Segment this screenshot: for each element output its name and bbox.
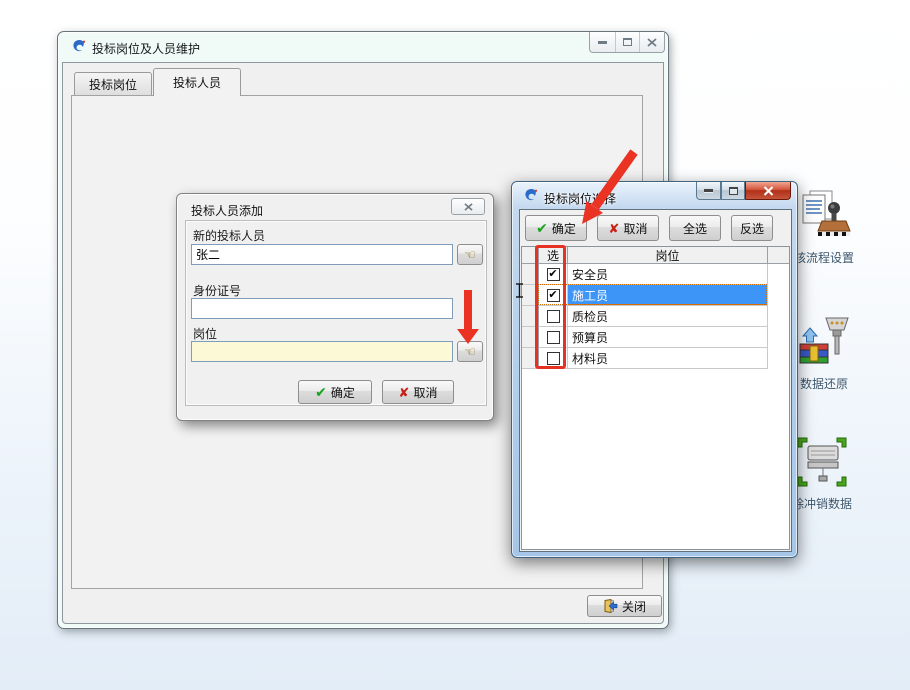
button-label: 取消	[413, 384, 437, 401]
button-label: 取消	[623, 220, 647, 237]
button-label: 关闭	[622, 598, 646, 615]
table-row[interactable]: 预算员	[522, 327, 789, 348]
close-icon[interactable]	[745, 182, 791, 200]
close-icon[interactable]	[452, 199, 484, 214]
add-person-dialog: 投标人员添加 新的投标人员 ☜ 身份证号 岗位 ☜ ✔ 确定 ✘ 取消	[176, 193, 494, 421]
position-table: 选 岗位 ✔ 安全员 ✔ 施工员 质检员 预算员	[521, 246, 790, 550]
row-indicator	[522, 306, 539, 327]
checkbox-cell[interactable]: ✔	[539, 285, 568, 306]
main-window-controls	[589, 32, 665, 53]
checkbox-cell[interactable]: ✔	[539, 264, 568, 285]
field-label: 岗位	[193, 325, 217, 342]
row-indicator	[522, 285, 539, 306]
hand-pointer-icon: ☜	[464, 247, 476, 263]
position-cell[interactable]: 预算员	[568, 327, 768, 348]
checkbox-unchecked[interactable]	[547, 331, 560, 344]
cancel-button[interactable]: ✘ 取消	[382, 380, 454, 404]
ok-button[interactable]: ✔ 确定	[298, 380, 372, 404]
row-indicator	[522, 348, 539, 369]
app-logo-icon	[523, 188, 540, 208]
position-cell[interactable]: 施工员	[568, 285, 768, 306]
row-indicator-header	[522, 247, 539, 263]
position-table-header: 选 岗位	[522, 247, 789, 264]
position-cell[interactable]: 质检员	[568, 306, 768, 327]
field-label: 身份证号	[193, 282, 241, 299]
button-label: 确定	[552, 220, 576, 237]
new-person-input[interactable]	[191, 244, 453, 265]
pick-person-button[interactable]: ☜	[457, 244, 483, 265]
position-cell[interactable]: 材料员	[568, 348, 768, 369]
check-icon: ✔	[536, 221, 548, 235]
button-label: 反选	[740, 220, 764, 237]
table-row[interactable]: 材料员	[522, 348, 789, 369]
pick-position-button[interactable]: ☜	[457, 341, 483, 362]
maximize-icon[interactable]	[721, 182, 745, 200]
checkbox-cell[interactable]	[539, 306, 568, 327]
main-window-title: 投标岗位及人员维护	[92, 40, 200, 57]
add-dialog-controls	[451, 198, 485, 215]
minimize-icon[interactable]	[696, 182, 721, 200]
select-all-button[interactable]: 全选	[669, 215, 721, 241]
id-number-input[interactable]	[191, 298, 453, 319]
audit-flow-settings-icon	[796, 233, 852, 247]
checkbox-checked[interactable]: ✔	[547, 289, 560, 302]
position-input[interactable]	[191, 341, 453, 362]
exit-door-icon	[603, 599, 618, 613]
table-row[interactable]: ✔ 安全员	[522, 264, 789, 285]
row-indicator	[522, 327, 539, 348]
cancel-button[interactable]: ✘ 取消	[597, 215, 659, 241]
cross-icon: ✘	[609, 222, 620, 235]
button-label: 全选	[683, 220, 707, 237]
check-icon: ✔	[315, 385, 327, 399]
checkbox-checked[interactable]: ✔	[547, 268, 560, 281]
close-icon[interactable]	[639, 32, 664, 52]
ok-button[interactable]: ✔ 确定	[525, 215, 587, 241]
button-label: 确定	[331, 384, 355, 401]
hand-pointer-icon: ☜	[464, 344, 476, 360]
cross-icon: ✘	[399, 386, 410, 399]
invert-selection-button[interactable]: 反选	[731, 215, 773, 241]
minimize-icon[interactable]	[590, 32, 615, 52]
tab-bid-positions[interactable]: 投标岗位	[74, 72, 152, 96]
clear-writeoff-data-icon	[794, 479, 850, 493]
checkbox-unchecked[interactable]	[547, 310, 560, 323]
data-restore-icon	[796, 359, 852, 373]
checkbox-cell[interactable]	[539, 327, 568, 348]
checkbox-unchecked[interactable]	[547, 352, 560, 365]
tab-bid-personnel[interactable]: 投标人员	[153, 68, 241, 96]
desktop: 核流程设置 数据还原	[0, 0, 910, 690]
app-logo-icon	[71, 39, 88, 59]
tab-label: 投标岗位	[89, 76, 137, 93]
table-row-selected[interactable]: ✔ 施工员	[522, 285, 789, 306]
add-dialog-title: 投标人员添加	[191, 202, 263, 219]
position-select-dialog: 投标岗位选择 ✔ 确定 ✘ 取消 全选 反选 选 岗位	[511, 181, 798, 558]
main-titlebar[interactable]: 投标岗位及人员维护	[58, 32, 668, 62]
position-cell[interactable]: 安全员	[568, 264, 768, 285]
table-row[interactable]: 质检员	[522, 306, 789, 327]
field-label: 新的投标人员	[193, 227, 265, 244]
row-indicator	[522, 264, 539, 285]
close-window-button[interactable]: 关闭	[587, 595, 662, 617]
column-header: 岗位	[568, 247, 768, 263]
checkbox-cell[interactable]	[539, 348, 568, 369]
tab-label: 投标人员	[173, 74, 221, 91]
maximize-icon[interactable]	[615, 32, 640, 52]
column-header: 选	[539, 247, 568, 263]
select-dialog-title: 投标岗位选择	[544, 190, 616, 207]
